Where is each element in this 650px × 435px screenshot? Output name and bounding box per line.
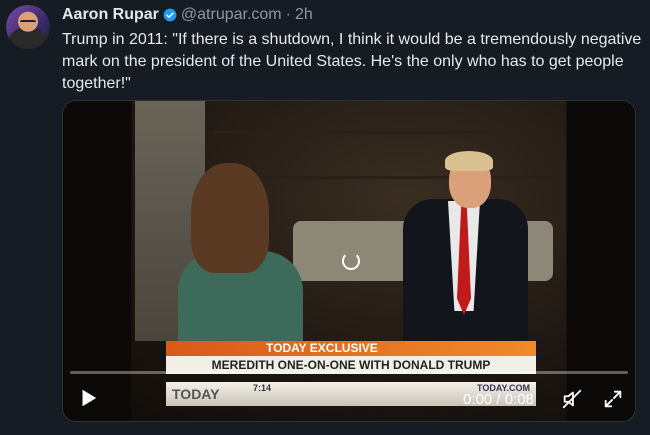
video-scene-shelf [213, 131, 553, 134]
loading-spinner-icon [342, 252, 360, 270]
verified-badge-icon [163, 8, 177, 22]
play-icon[interactable] [77, 387, 99, 409]
video-scene-shelf [213, 176, 553, 179]
author-name[interactable]: Aaron Rupar [62, 6, 159, 24]
author-handle[interactable]: @atrupar.com [181, 6, 282, 24]
fullscreen-icon[interactable] [602, 388, 624, 410]
lower-third-banner: TODAY EXCLUSIVE [166, 341, 536, 356]
video-progress-bar[interactable] [70, 371, 628, 374]
tv-logo: TODAY [172, 386, 220, 402]
tv-clock: 7:14 [253, 383, 272, 393]
video-scene-interviewee-hair [445, 151, 493, 171]
post-header: Aaron Rupar @atrupar.com · 2h [62, 5, 313, 25]
video-scene-interviewer-hair [191, 163, 269, 273]
avatar-glasses [20, 20, 36, 26]
video-player[interactable]: TODAY EXCLUSIVE MEREDITH ONE-ON-ONE WITH… [62, 100, 636, 422]
volume-muted-icon[interactable] [561, 388, 583, 410]
post-text: Trump in 2011: "If there is a shutdown, … [62, 31, 646, 92]
post-time[interactable]: 2h [295, 6, 313, 24]
video-time: 0:00 / 0:08 [463, 391, 534, 408]
separator: · [285, 6, 291, 23]
avatar[interactable] [6, 5, 50, 49]
